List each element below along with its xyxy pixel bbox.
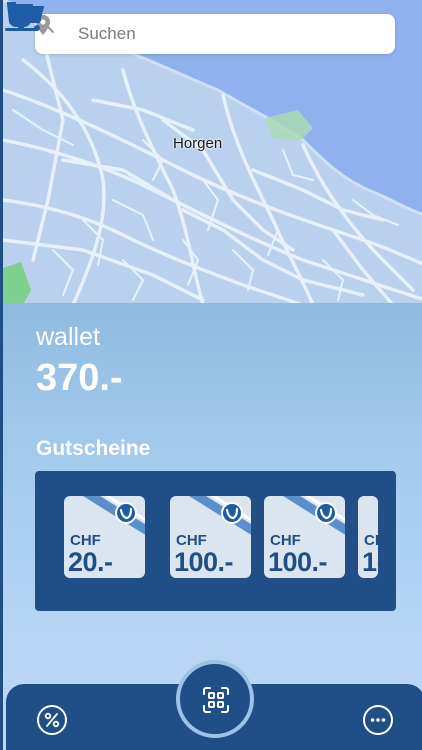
- wallet-label: wallet: [36, 323, 100, 351]
- promotions-button[interactable]: [37, 705, 67, 735]
- voucher-card[interactable]: CHF 100.-: [264, 496, 345, 578]
- coffee-cup-icon[interactable]: [3, 0, 45, 32]
- search-input[interactable]: Suchen: [78, 24, 136, 44]
- voucher-value: 1(: [362, 547, 378, 577]
- voucher-value: 20.-: [68, 547, 113, 577]
- qr-scan-icon: [203, 687, 229, 713]
- voucher-card[interactable]: CH 1(: [358, 496, 378, 578]
- wallet-balance: 370.-: [36, 357, 123, 399]
- more-button[interactable]: [363, 705, 393, 735]
- search-bar[interactable]: Suchen: [35, 14, 395, 54]
- voucher-card[interactable]: CHF 20.-: [64, 496, 145, 578]
- app-screen: Suchen Horgen wallet 370.- Gutscheine CH…: [0, 0, 422, 750]
- more-dots-icon: [370, 718, 386, 722]
- place-label: Horgen: [173, 135, 223, 152]
- scan-button[interactable]: [176, 660, 254, 738]
- vouchers-heading: Gutscheine: [36, 437, 151, 460]
- brand-logo-icon: [221, 502, 243, 524]
- percent-icon: [44, 712, 60, 728]
- voucher-value: 100.-: [174, 547, 234, 577]
- map-view[interactable]: Suchen Horgen: [3, 0, 422, 305]
- brand-logo-icon: [315, 502, 337, 524]
- voucher-value: 100.-: [268, 547, 328, 577]
- voucher-carousel[interactable]: CHF 20.- CHF 100.- CHF 100.- C 1: [35, 471, 396, 611]
- brand-logo-icon: [115, 502, 137, 524]
- voucher-card[interactable]: CHF 100.-: [170, 496, 251, 578]
